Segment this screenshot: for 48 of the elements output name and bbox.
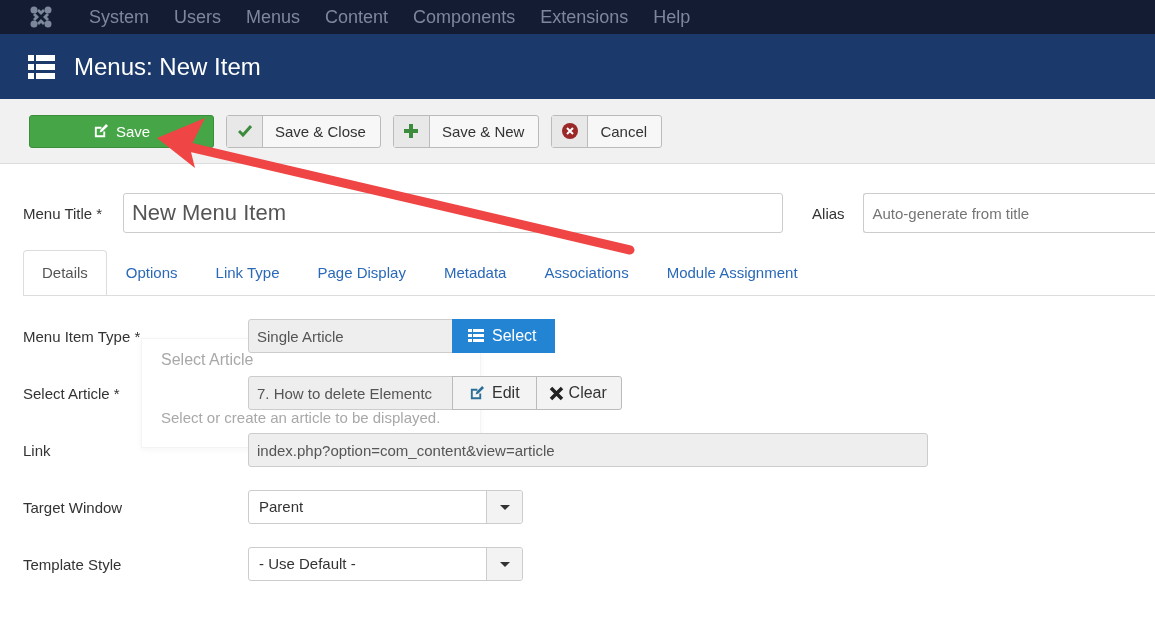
tooltip-title: Select Article [161, 351, 254, 369]
toolbar-button[interactable]: Save & New [392, 114, 540, 148]
caret-icon [499, 561, 510, 567]
field-label: Alias [812, 204, 846, 222]
caret-icon [499, 504, 510, 510]
field-button[interactable]: Edit [452, 376, 537, 410]
dropdown[interactable]: - Use Default - [248, 547, 523, 581]
alias-field[interactable]: Auto-generate from title [863, 193, 1155, 233]
tab[interactable]: Options [106, 250, 197, 295]
menu-item[interactable]: Components [413, 6, 516, 28]
toolbar-button[interactable]: Cancel [551, 114, 663, 148]
toolbar-button[interactable]: Save & Close [226, 114, 381, 148]
tab[interactable]: Associations [525, 250, 648, 295]
page-title: Menus: New Item [74, 52, 261, 81]
tab[interactable]: Page Display [298, 250, 425, 295]
field-label: Target Window [23, 498, 124, 516]
edit-icon [92, 123, 108, 139]
field-label: Link [23, 441, 52, 459]
menu-item[interactable]: Help [653, 6, 691, 28]
select-button[interactable]: Select [452, 319, 555, 353]
tab[interactable]: Module Assignment [647, 250, 817, 295]
menu-item[interactable]: Menus [246, 6, 301, 28]
close-icon [548, 385, 564, 401]
plus-icon [404, 124, 419, 138]
cancel-icon [561, 123, 578, 139]
field-label: Menu Title * [23, 204, 104, 222]
edit-icon [469, 385, 484, 401]
field-button[interactable]: Clear [535, 376, 622, 410]
title-field[interactable]: New Menu Item [122, 193, 784, 233]
tooltip-text: Select or create an article to be displayed. [161, 409, 441, 426]
check-icon [237, 125, 252, 137]
text-field[interactable]: 7. How to delete Elementc [248, 376, 453, 410]
text-field[interactable]: Single Article [248, 319, 453, 353]
list-icon [468, 329, 484, 343]
link-field[interactable]: index.php?option=com_content&view=article [248, 433, 928, 467]
tab[interactable]: Link Type [196, 250, 299, 295]
tab[interactable]: Details [23, 250, 107, 295]
dropdown[interactable]: Parent [248, 490, 523, 524]
menu-item[interactable]: Extensions [540, 6, 629, 28]
field-label: Select Article * [23, 384, 121, 402]
field-label: Menu Item Type * [23, 327, 142, 345]
menu-item[interactable]: System [89, 6, 149, 28]
menu-item[interactable]: Users [174, 6, 222, 28]
tab[interactable]: Metadata [424, 250, 526, 295]
list-icon [28, 54, 55, 79]
menu-item[interactable]: Content [325, 6, 389, 28]
logo-icon[interactable] [30, 6, 52, 28]
field-label: Template Style [23, 555, 123, 573]
